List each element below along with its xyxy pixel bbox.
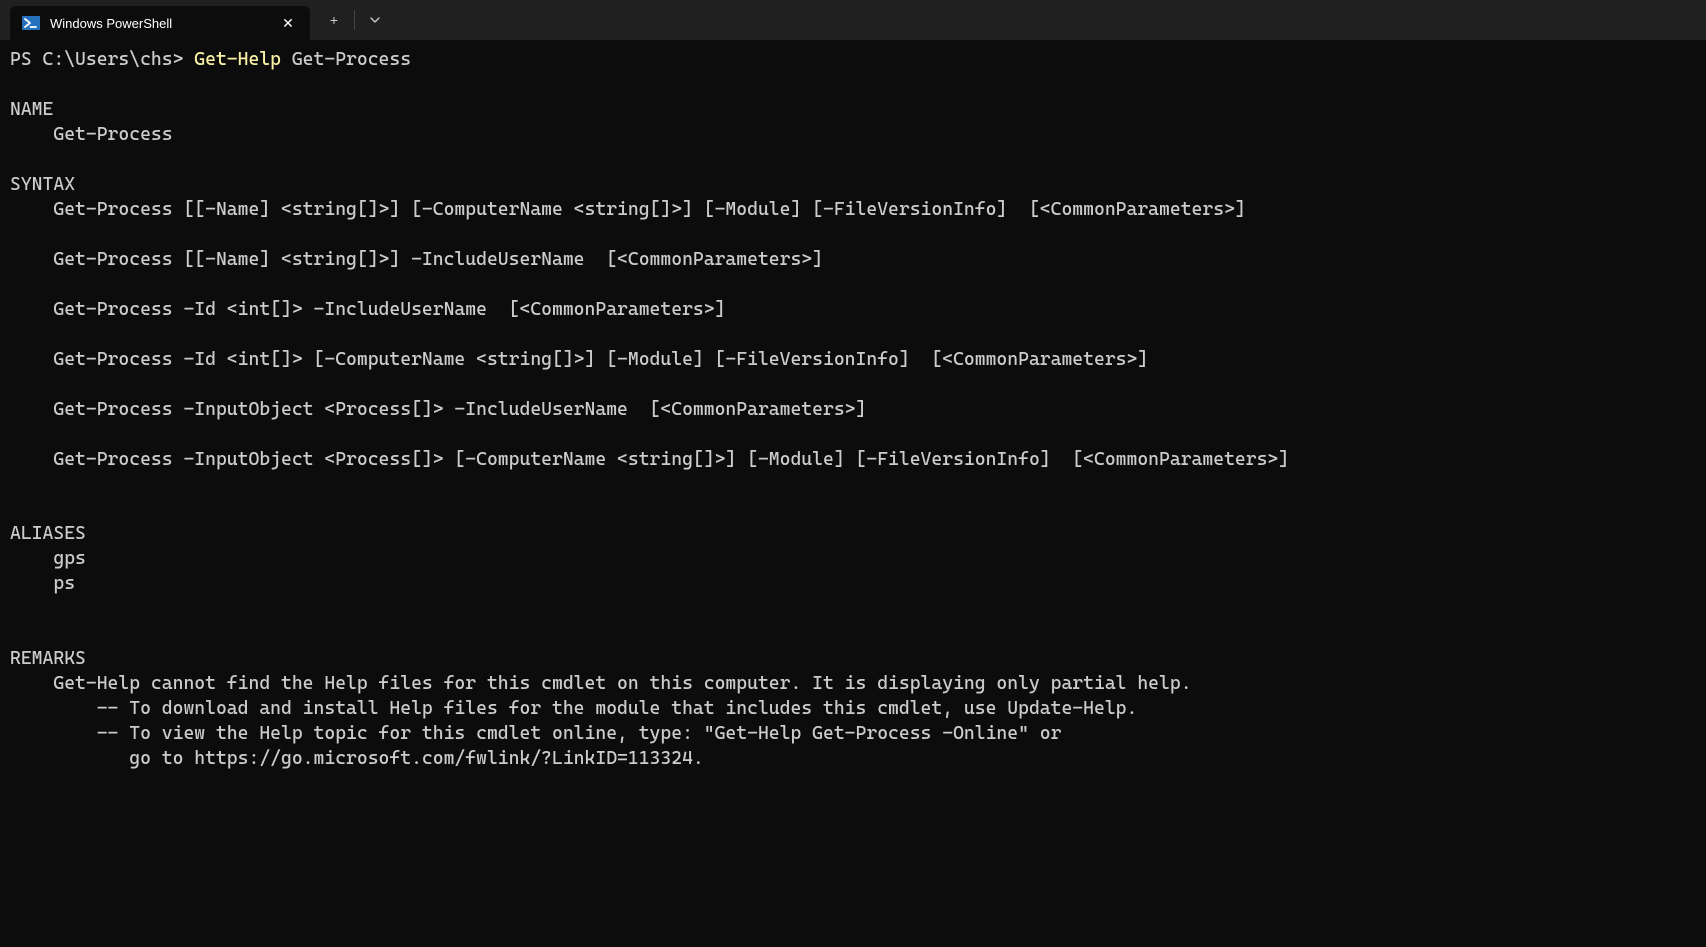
section-header-syntax: SYNTAX	[10, 174, 75, 195]
chevron-down-icon	[369, 14, 381, 26]
output-line: Get-Process [[-Name] <string[]>] [-Compu…	[10, 199, 1246, 220]
powershell-icon	[22, 14, 40, 32]
command-arg: Get-Process	[281, 49, 411, 70]
output-line: Get-Process [[-Name] <string[]>] -Includ…	[10, 249, 823, 270]
section-header-name: NAME	[10, 99, 53, 120]
output-line: go to https://go.microsoft.com/fwlink/?L…	[10, 748, 704, 769]
close-icon[interactable]: ✕	[278, 13, 298, 33]
output-line: -- To download and install Help files fo…	[10, 698, 1137, 719]
tab-title: Windows PowerShell	[50, 16, 268, 31]
output-line: -- To view the Help topic for this cmdle…	[10, 723, 1061, 744]
prompt: PS C:\Users\chs>	[10, 49, 194, 70]
output-line: Get-Process -Id <int[]> [-ComputerName <…	[10, 349, 1148, 370]
tab-actions: +	[316, 0, 393, 40]
terminal-output[interactable]: PS C:\Users\chs> Get-Help Get-Process NA…	[0, 40, 1706, 780]
command-name: Get-Help	[194, 49, 281, 70]
tab-dropdown-button[interactable]	[357, 4, 393, 36]
divider	[354, 10, 355, 30]
output-line: Get-Process	[10, 124, 173, 145]
output-line: Get-Process -Id <int[]> -IncludeUserName…	[10, 299, 725, 320]
new-tab-button[interactable]: +	[316, 4, 352, 36]
output-line: Get-Help cannot find the Help files for …	[10, 673, 1192, 694]
tab-powershell[interactable]: Windows PowerShell ✕	[10, 6, 310, 40]
titlebar: Windows PowerShell ✕ +	[0, 0, 1706, 40]
section-header-remarks: REMARKS	[10, 648, 86, 669]
output-line: Get-Process -InputObject <Process[]> [-C…	[10, 449, 1289, 470]
section-header-aliases: ALIASES	[10, 523, 86, 544]
output-line: Get-Process -InputObject <Process[]> -In…	[10, 399, 866, 420]
output-line: gps	[10, 548, 86, 569]
output-line: ps	[10, 573, 75, 594]
